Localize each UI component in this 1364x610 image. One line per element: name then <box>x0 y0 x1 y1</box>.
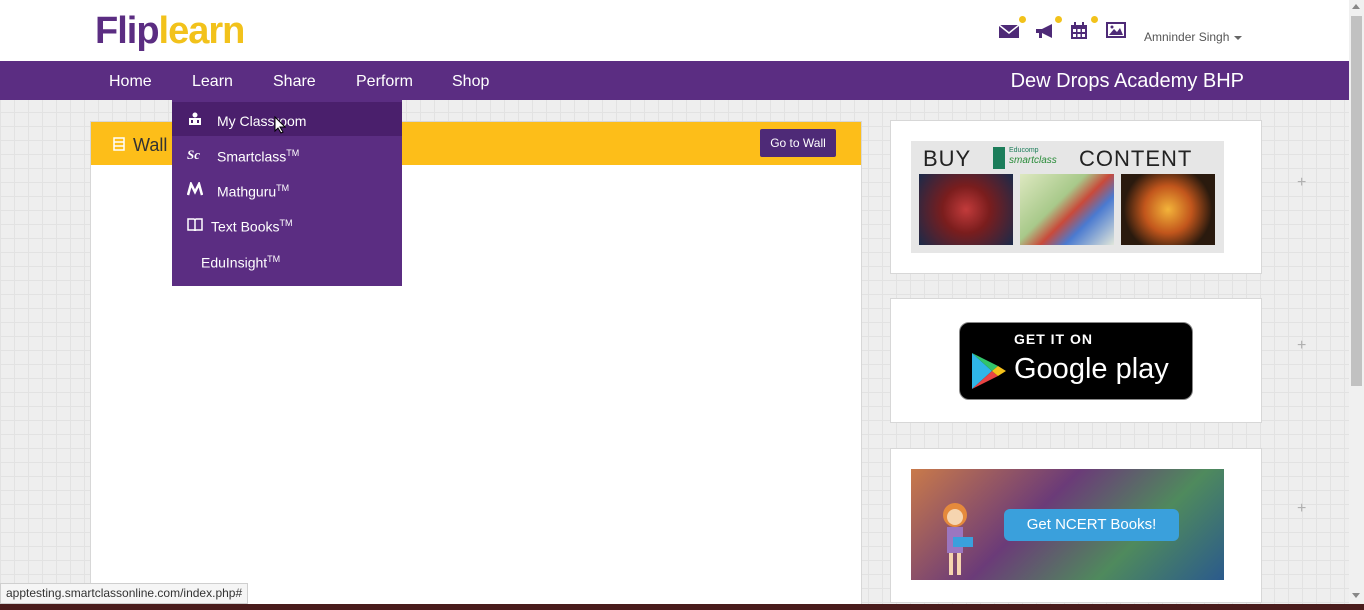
browser-status-url: apptesting.smartclassonline.com/index.ph… <box>0 583 249 604</box>
menu-label: Text BooksTM <box>211 218 293 235</box>
image-icon[interactable] <box>1106 22 1128 42</box>
menu-label: EduInsightTM <box>201 254 281 271</box>
girl-with-books-icon <box>943 503 973 575</box>
wall-title: Wall <box>133 135 168 155</box>
educomp-smartclass-logo: Educomp smartclass <box>993 147 1065 169</box>
scroll-down-arrow-icon[interactable] <box>1352 593 1360 598</box>
buy-content-card: BUY Educomp smartclass CONTENT <box>890 120 1262 274</box>
classroom-icon <box>189 112 201 125</box>
learn-dropdown-menu: My Classroom Sc SmartclassTM MathguruTM … <box>172 100 402 286</box>
calendar-icon[interactable] <box>1070 16 1098 42</box>
menu-item-smartclass[interactable]: Sc SmartclassTM <box>172 137 402 171</box>
svg-text:Sc: Sc <box>187 147 200 161</box>
logo-text-flip: Flip <box>95 10 160 52</box>
caret-down-icon <box>1234 35 1243 40</box>
menu-item-eduinsight[interactable]: EduInsightTM <box>172 243 402 277</box>
top-bar: Fliplearn Amninder Singh <box>0 0 1349 61</box>
buy-smartclass-content-banner[interactable]: BUY Educomp smartclass CONTENT <box>911 141 1224 253</box>
google-play-card: GET IT ON Google play <box>890 298 1262 423</box>
menu-label: SmartclassTM <box>217 148 300 165</box>
user-menu[interactable]: Amninder Singh <box>1144 30 1243 44</box>
notification-dot <box>1019 16 1026 23</box>
notification-icons <box>998 16 1128 42</box>
get-it-on-text: GET IT ON <box>1014 331 1093 347</box>
content-text: CONTENT <box>1079 146 1193 171</box>
scroll-up-arrow-icon[interactable] <box>1352 4 1360 9</box>
vertical-scrollbar[interactable] <box>1349 0 1364 604</box>
plus-mark: + <box>1297 174 1307 191</box>
fliplearn-logo[interactable]: Fliplearn <box>95 10 246 52</box>
nav-home[interactable]: Home <box>109 73 152 91</box>
menu-item-text-books[interactable]: Text BooksTM <box>172 207 402 241</box>
plus-mark: + <box>1297 337 1307 354</box>
scrollbar-thumb[interactable] <box>1351 16 1362 386</box>
google-play-badge[interactable]: GET IT ON Google play <box>959 322 1193 400</box>
mouse-cursor-icon <box>274 116 286 134</box>
earth-core-image <box>1121 174 1215 245</box>
menu-label: My Classroom <box>217 113 307 129</box>
notification-dot <box>1091 16 1098 23</box>
user-name: Amninder Singh <box>1144 30 1230 44</box>
menu-label: MathguruTM <box>217 183 290 200</box>
buy-text: BUY <box>923 146 972 171</box>
science-image <box>1020 174 1114 245</box>
menu-item-mathguru[interactable]: MathguruTM <box>172 172 402 206</box>
ncert-books-card: Get NCERT Books! <box>890 448 1262 603</box>
mail-icon[interactable] <box>998 16 1026 42</box>
megaphone-icon[interactable] <box>1034 16 1062 42</box>
wall-icon <box>113 137 125 151</box>
notification-dot <box>1055 16 1062 23</box>
play-store-icon <box>972 353 1006 389</box>
nav-perform[interactable]: Perform <box>356 73 413 91</box>
nav-learn[interactable]: Learn <box>192 73 233 91</box>
taskbar-strip <box>0 604 1364 610</box>
mathguru-icon <box>187 182 203 196</box>
smartclass-icon: Sc <box>187 147 200 161</box>
nav-share[interactable]: Share <box>273 73 316 91</box>
nav-shop[interactable]: Shop <box>452 73 489 91</box>
plus-mark: + <box>1297 500 1307 517</box>
anatomy-image <box>919 174 1013 245</box>
menu-item-my-classroom[interactable]: My Classroom <box>172 102 402 136</box>
logo-text-learn: learn <box>158 10 246 52</box>
main-nav: Home Learn Share Perform Shop Dew Drops … <box>0 61 1349 100</box>
school-name: Dew Drops Academy BHP <box>1010 70 1244 92</box>
go-to-wall-button[interactable]: Go to Wall <box>760 129 836 157</box>
get-ncert-books-button[interactable]: Get NCERT Books! <box>1004 509 1179 541</box>
book-icon <box>187 218 203 231</box>
google-play-text: Google play <box>1014 353 1169 385</box>
ncert-books-banner[interactable]: Get NCERT Books! <box>911 469 1224 580</box>
